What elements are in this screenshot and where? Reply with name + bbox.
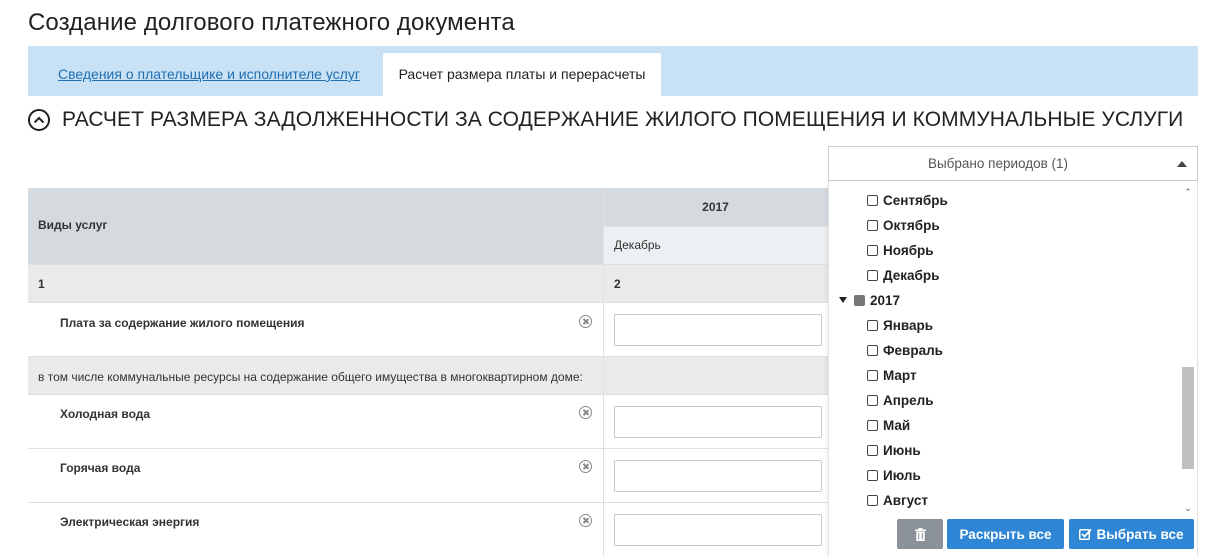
period-option-sep[interactable]: Сентябрь — [867, 191, 948, 209]
chevron-up-circle-icon[interactable] — [28, 109, 50, 131]
charges-table: Виды услуг 2017 Декабрь 1 2 Плата за сод… — [28, 188, 828, 556]
page-title: Создание долгового платежного документа — [28, 9, 515, 36]
period-option-jun[interactable]: Июнь — [867, 441, 921, 459]
checkbox[interactable] — [867, 194, 878, 206]
period-option-apr[interactable]: Апрель — [867, 391, 934, 409]
checkbox-checked-icon — [1079, 528, 1093, 540]
group-label: в том числе коммунальные ресурсы на соде… — [38, 370, 583, 384]
column-number-1: 1 — [38, 277, 45, 291]
checkbox[interactable] — [867, 394, 878, 406]
tab-bar: Сведения о плательщике и исполнителе усл… — [28, 46, 1198, 96]
remove-circle-icon[interactable] — [579, 460, 592, 473]
period-option-nov[interactable]: Ноябрь — [867, 241, 934, 259]
checkbox[interactable] — [867, 469, 878, 481]
checkbox[interactable] — [867, 244, 878, 256]
period-option-aug[interactable]: Август — [867, 491, 928, 509]
caret-down-icon[interactable] — [839, 297, 847, 303]
tab-payment-calc[interactable]: Расчет размера платы и перерасчеты — [383, 53, 661, 96]
remove-circle-icon[interactable] — [579, 514, 592, 527]
hot-water-amount-input[interactable] — [614, 460, 822, 492]
services-column-header: Виды услуг — [38, 218, 108, 232]
housing-amount-input[interactable] — [614, 314, 822, 346]
remove-circle-icon[interactable] — [579, 406, 592, 419]
period-option-mar[interactable]: Март — [867, 366, 917, 384]
service-label-electricity: Электрическая энергия — [60, 515, 200, 529]
scrollbar-thumb[interactable] — [1182, 367, 1194, 469]
tab-payer-info[interactable]: Сведения о плательщике и исполнителе усл… — [44, 53, 374, 96]
checkbox[interactable] — [867, 219, 878, 231]
period-option-oct[interactable]: Октябрь — [867, 216, 940, 234]
period-select-value: Выбрано периодов (1) — [927, 156, 1069, 171]
period-option-jan[interactable]: Январь — [867, 316, 933, 334]
section-header: РАСЧЕТ РАЗМЕРА ЗАДОЛЖЕННОСТИ ЗА СОДЕРЖАН… — [28, 106, 1183, 134]
checkbox[interactable] — [867, 419, 878, 431]
period-option-dec[interactable]: Декабрь — [867, 266, 939, 284]
remove-circle-icon[interactable] — [579, 315, 592, 328]
column-number-2: 2 — [614, 277, 621, 291]
scroll-up-icon[interactable]: ⌃ — [1183, 187, 1193, 197]
service-label-housing: Плата за содержание жилого помещения — [60, 316, 305, 330]
checkbox[interactable] — [867, 344, 878, 356]
checkbox[interactable] — [867, 369, 878, 381]
period-option-feb[interactable]: Февраль — [867, 341, 943, 359]
checkbox[interactable] — [867, 269, 878, 281]
section-title: РАСЧЕТ РАЗМЕРА ЗАДОЛЖЕННОСТИ ЗА СОДЕРЖАН… — [62, 108, 1184, 131]
month-column-header: Декабрь — [614, 238, 661, 252]
year-column-header: 2017 — [702, 200, 729, 214]
expand-all-button[interactable]: Раскрыть все — [947, 519, 1064, 549]
period-year-2017: 2017 — [839, 291, 900, 309]
period-option-may[interactable]: Май — [867, 416, 910, 434]
checkbox[interactable] — [867, 319, 878, 331]
period-list-scrollbar[interactable]: ⌃ ⌄ — [1181, 185, 1195, 513]
period-option-jul[interactable]: Июль — [867, 466, 921, 484]
checkbox[interactable] — [867, 494, 878, 506]
checkbox-partial[interactable] — [854, 294, 865, 306]
caret-up-icon[interactable] — [1177, 161, 1187, 167]
service-label-hot-water: Горячая вода — [60, 461, 141, 475]
electricity-amount-input[interactable] — [614, 514, 822, 546]
scroll-down-icon[interactable]: ⌄ — [1183, 503, 1193, 513]
select-all-button[interactable]: Выбрать все — [1069, 519, 1194, 549]
period-select[interactable]: Выбрано периодов (1) — [828, 146, 1198, 181]
column-number-row — [28, 264, 828, 302]
trash-icon — [914, 527, 926, 541]
service-label-cold-water: Холодная вода — [60, 407, 151, 421]
period-dropdown-panel: Сентябрь Октябрь Ноябрь Декабрь 2017 Янв… — [828, 181, 1198, 556]
checkbox[interactable] — [867, 444, 878, 456]
clear-selection-button[interactable] — [897, 519, 943, 549]
cold-water-amount-input[interactable] — [614, 406, 822, 438]
